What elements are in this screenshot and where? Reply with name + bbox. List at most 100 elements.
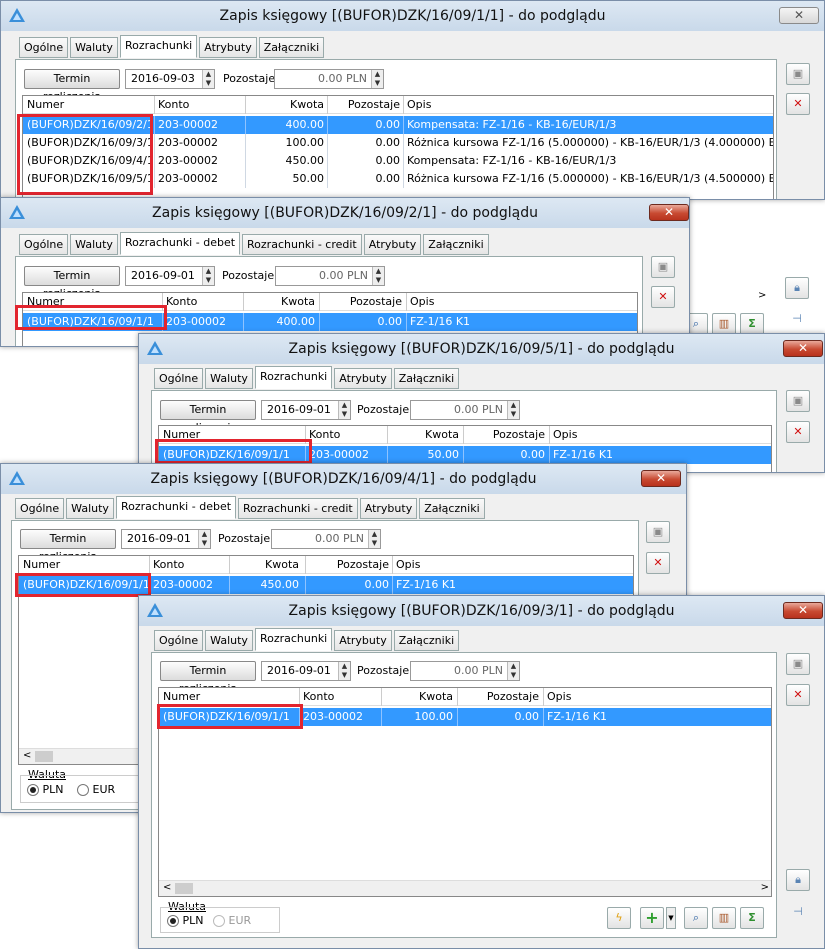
header-kwota[interactable]: Kwota [233,558,299,572]
pozostaje-spinner[interactable]: ▲ ▼ [507,662,519,680]
tab-zalaczniki[interactable]: Załączniki [419,498,485,519]
tab-atrybuty[interactable]: Atrybuty [199,37,257,58]
header-numer[interactable]: Numer [27,98,64,112]
date-spinner[interactable]: ▲ ▼ [338,401,350,419]
tab-ogolne[interactable]: Ogólne [19,37,69,58]
pin-button[interactable]: ⊣ [786,902,810,924]
title-bar[interactable]: Zapis księgowy [(BUFOR)DZK/16/09/2/1] - … [1,198,689,228]
trash-button[interactable]: ▥ [712,907,736,929]
header-pozostaje[interactable]: Pozostaje [309,558,389,572]
table-row[interactable]: (BUFOR)DZK/16/09/1/1 203-00002 50.00 0.0… [159,446,771,464]
radio-pln[interactable]: PLN [27,783,64,796]
table-row[interactable]: (BUFOR)DZK/16/09/3/1 203-00002 100.00 0.… [23,134,773,152]
pozostaje-spinner[interactable]: ▲ ▼ [372,267,384,285]
tab-waluty[interactable]: Waluty [205,630,253,651]
header-numer[interactable]: Numer [27,295,64,309]
date-field[interactable]: 2016-09-01 ▲ ▼ [121,529,211,549]
tab-atrybuty[interactable]: Atrybuty [334,368,392,389]
header-pozostaje[interactable]: Pozostaje [323,295,402,309]
table-row[interactable]: (BUFOR)DZK/16/09/1/1 203-00002 450.00 0.… [19,576,633,594]
termin-rozliczenia-button[interactable]: Termin rozliczenia [24,266,120,300]
header-konto[interactable]: Konto [303,690,334,704]
add-button[interactable]: + [640,907,664,929]
header-opis[interactable]: Opis [547,690,571,704]
pozostaje-field[interactable]: 0.00 PLN ▲ ▼ [275,266,385,286]
scroll-right-arrow[interactable]: > [761,882,769,893]
date-field[interactable]: 2016-09-03 ▲ ▼ [125,69,215,89]
header-opis[interactable]: Opis [407,98,431,112]
date-field[interactable]: 2016-09-01 ▲ ▼ [261,661,351,681]
scroll-right-arrow[interactable]: > [758,289,766,303]
save-button[interactable]: ▣ [651,256,675,278]
header-numer[interactable]: Numer [23,558,60,572]
tab-ogolne[interactable]: Ogólne [154,368,204,389]
header-kwota[interactable]: Kwota [391,428,459,442]
tab-ogolne[interactable]: Ogólne [15,498,65,519]
lock-button[interactable]: 🔒︎ [786,869,810,891]
sigma-button[interactable]: Σ [740,313,764,335]
pozostaje-spinner[interactable]: ▲ ▼ [507,401,519,419]
table-row[interactable]: (BUFOR)DZK/16/09/1/1 203-00002 100.00 0.… [159,708,771,726]
pozostaje-spinner[interactable]: ▲ ▼ [371,70,383,88]
scroll-left-arrow[interactable]: < [23,750,31,761]
tab-rozrachunki-debet[interactable]: Rozrachunki - debet [119,232,241,255]
radio-eur[interactable]: EUR [77,783,115,796]
table-row[interactable]: (BUFOR)DZK/16/09/4/1 203-00002 450.00 0.… [23,152,773,170]
tab-ogolne[interactable]: Ogólne [19,234,69,255]
pozostaje-field[interactable]: 0.00 PLN ▲ ▼ [274,69,384,89]
scroll-thumb[interactable] [35,751,53,762]
header-numer[interactable]: Numer [163,428,200,442]
header-pozostaje[interactable]: Pozostaje [331,98,400,112]
title-bar[interactable]: Zapis księgowy [(BUFOR)DZK/16/09/3/1] - … [139,596,824,626]
header-opis[interactable]: Opis [410,295,434,309]
termin-rozliczenia-button[interactable]: Termin rozliczenia [160,661,256,695]
horizontal-scrollbar[interactable]: < > [159,880,771,896]
header-konto[interactable]: Konto [153,558,184,572]
header-konto[interactable]: Konto [309,428,340,442]
tab-waluty[interactable]: Waluty [70,234,118,255]
pozostaje-field[interactable]: 0.00 PLN ▲ ▼ [410,661,520,681]
tab-atrybuty[interactable]: Atrybuty [359,498,418,519]
add-dropdown-arrow[interactable]: ▼ [666,907,676,929]
title-bar[interactable]: Zapis księgowy [(BUFOR)DZK/16/09/5/1] - … [139,334,824,364]
sigma-button[interactable]: Σ [740,907,764,929]
tab-waluty[interactable]: Waluty [66,498,114,519]
close-button[interactable]: ✕ [779,7,819,24]
tab-zalaczniki[interactable]: Załączniki [423,234,489,255]
pozostaje-spinner[interactable]: ▲ ▼ [368,530,380,548]
pozostaje-field[interactable]: 0.00 PLN ▲ ▼ [410,400,520,420]
tab-rozrachunki[interactable]: Rozrachunki [254,366,333,389]
close-button[interactable]: ✕ [641,470,681,487]
header-konto[interactable]: Konto [158,98,189,112]
table-row[interactable]: (BUFOR)DZK/16/09/2/1 203-00002 400.00 0.… [23,116,773,134]
delete-button[interactable]: ✕ [786,684,810,706]
save-button[interactable]: ▣ [646,521,670,543]
header-opis[interactable]: Opis [396,558,420,572]
close-button[interactable]: ✕ [783,602,823,619]
header-kwota[interactable]: Kwota [247,295,315,309]
tab-waluty[interactable]: Waluty [70,37,118,58]
tab-rozrachunki-credit[interactable]: Rozrachunki - credit [238,498,358,519]
lightning-button[interactable]: ϟ [607,907,631,929]
delete-button[interactable]: ✕ [651,286,675,308]
title-bar[interactable]: Zapis księgowy [(BUFOR)DZK/16/09/1/1] - … [1,1,824,31]
table-row[interactable]: (BUFOR)DZK/16/09/1/1 203-00002 400.00 0.… [23,313,637,331]
tab-rozrachunki[interactable]: Rozrachunki [119,35,198,58]
header-kwota[interactable]: Kwota [385,690,453,704]
date-spinner[interactable]: ▲ ▼ [338,662,350,680]
date-field[interactable]: 2016-09-01 ▲ ▼ [125,266,215,286]
radio-eur[interactable]: EUR [213,914,251,927]
close-button[interactable]: ✕ [783,340,823,357]
tab-ogolne[interactable]: Ogólne [154,630,204,651]
tab-waluty[interactable]: Waluty [205,368,253,389]
tab-zalaczniki[interactable]: Załączniki [393,630,460,651]
tab-rozrachunki-debet[interactable]: Rozrachunki - debet [115,496,237,519]
scroll-thumb[interactable] [175,883,193,894]
radio-pln-button[interactable] [167,915,179,927]
delete-button[interactable]: ✕ [786,421,810,443]
save-button[interactable]: ▣ [786,390,810,412]
radio-pln[interactable]: PLN [167,914,204,927]
termin-rozliczenia-button[interactable]: Termin rozliczenia [20,529,116,563]
table-row[interactable]: (BUFOR)DZK/16/09/5/1 203-00002 50.00 0.0… [23,170,773,188]
title-bar[interactable]: Zapis księgowy [(BUFOR)DZK/16/09/4/1] - … [1,464,686,494]
